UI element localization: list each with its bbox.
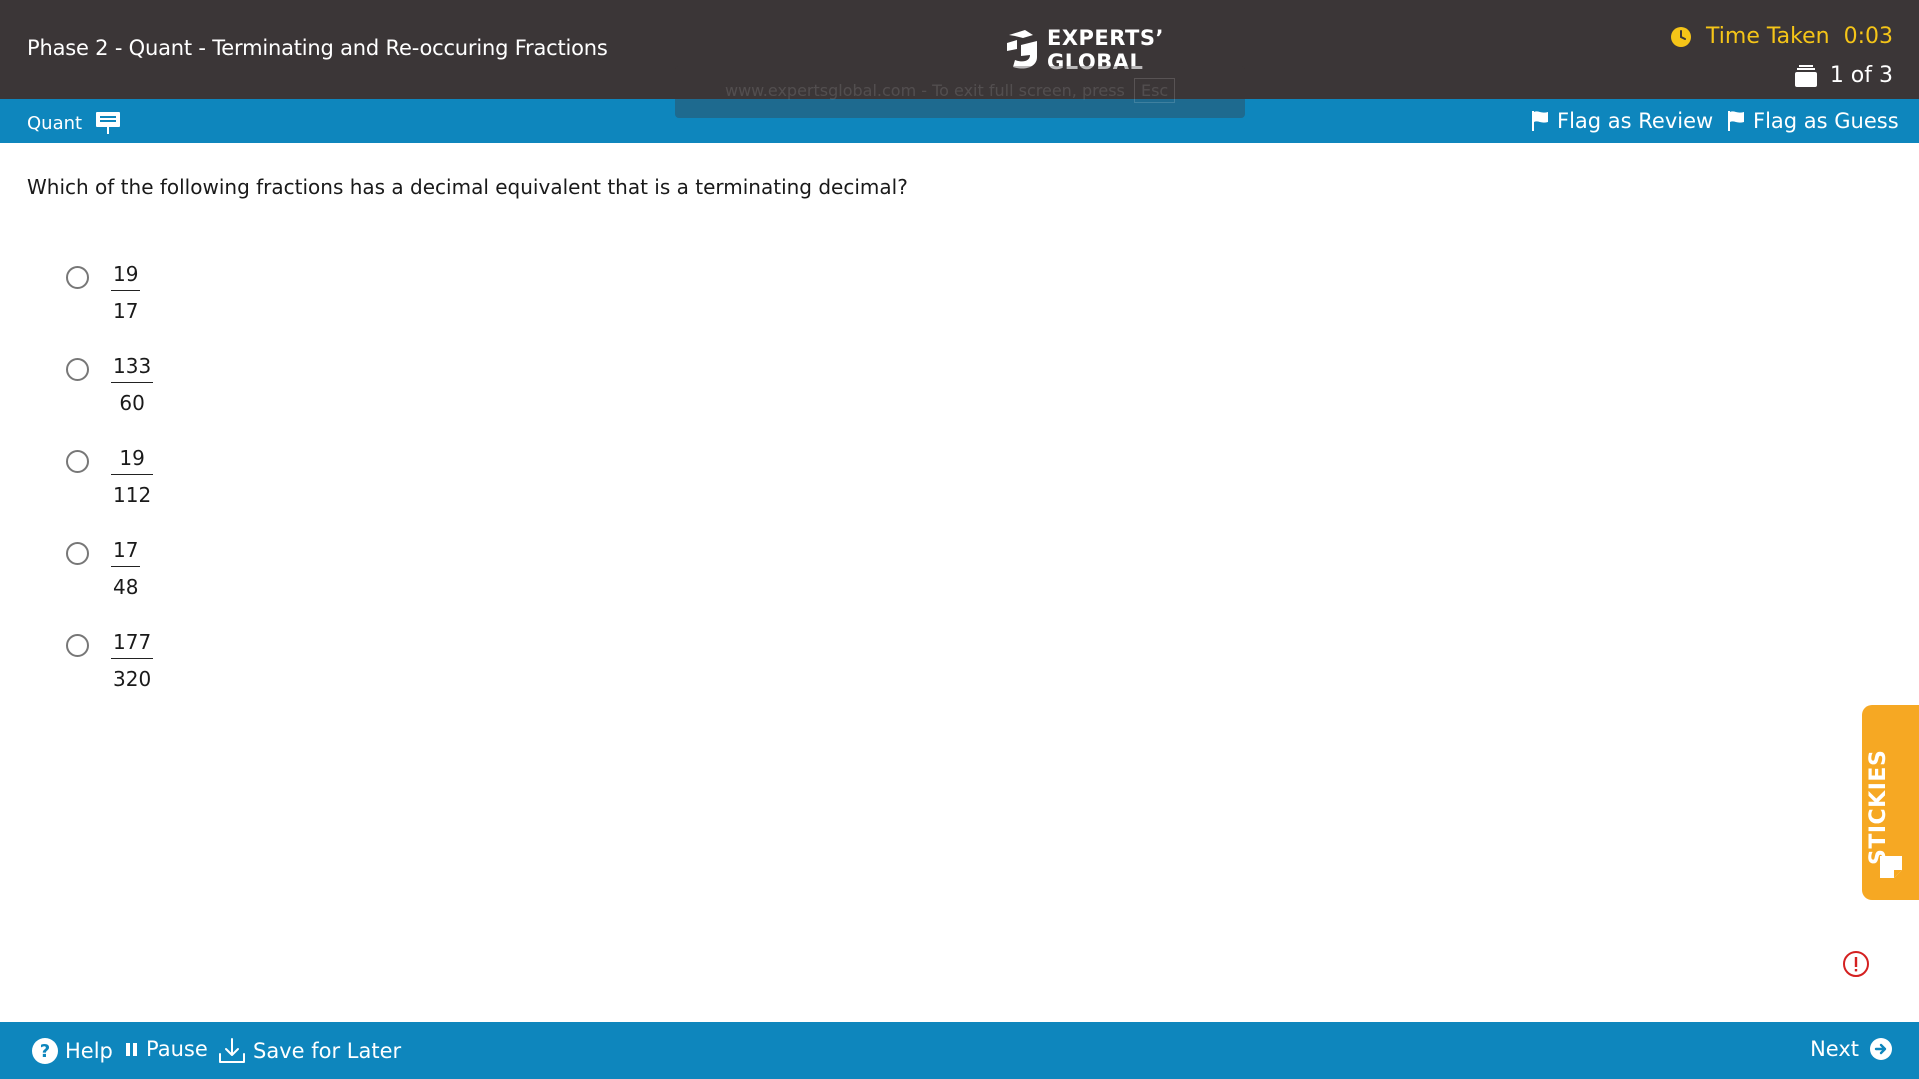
fullscreen-hint: www.expertsglobal.com - To exit full scr… (675, 66, 1245, 118)
stickies-tab[interactable]: STICKIES (1862, 705, 1919, 900)
answer-choice[interactable]: 133 60 (66, 350, 154, 415)
question-text: Which of the following fractions has a d… (27, 175, 908, 199)
denominator: 112 (113, 483, 152, 507)
logo-line1: EXPERTS’ (1047, 26, 1164, 50)
help-label: Help (65, 1039, 113, 1063)
denominator: 320 (113, 667, 152, 691)
flag-icon (1532, 111, 1548, 131)
flag-review-label: Flag as Review (1557, 109, 1714, 133)
fraction: 133 60 (111, 350, 154, 415)
section-name: Quant (27, 111, 121, 135)
answer-choice[interactable]: 19 112 (66, 442, 154, 507)
flag-guess-label: Flag as Guess (1753, 109, 1899, 133)
presentation-board-icon[interactable] (95, 111, 121, 135)
flag-as-guess-button[interactable]: Flag as Guess (1727, 109, 1899, 133)
download-icon (219, 1038, 245, 1063)
stickies-label: STICKIES (1866, 749, 1891, 865)
time-value: 0:03 (1843, 24, 1893, 49)
numerator: 133 (113, 354, 152, 378)
pause-icon (126, 1043, 137, 1056)
radio-button[interactable] (66, 450, 89, 473)
esc-key: Esc (1133, 78, 1176, 103)
radio-button[interactable] (66, 542, 89, 565)
next-label: Next (1810, 1037, 1859, 1061)
fraction: 19 112 (111, 442, 154, 507)
denominator: 17 (113, 299, 139, 323)
arrow-right-circle-icon (1870, 1038, 1892, 1060)
question-position: 1 of 3 (1829, 63, 1893, 88)
fullscreen-hint-text: www.expertsglobal.com - To exit full scr… (725, 81, 1125, 100)
section-label: Quant (27, 112, 83, 134)
page-title: Phase 2 - Quant - Terminating and Re-occ… (27, 36, 608, 60)
question-counter: 1 of 3 (1794, 63, 1893, 88)
fraction: 17 48 (111, 534, 141, 599)
time-taken: Time Taken 0:03 (1670, 24, 1893, 49)
radio-button[interactable] (66, 358, 89, 381)
numerator: 19 (113, 262, 139, 286)
flag-as-review-button[interactable]: Flag as Review (1531, 109, 1713, 133)
help-button[interactable]: ? Help (31, 1037, 113, 1065)
fraction: 177 320 (111, 626, 154, 691)
pause-button[interactable]: Pause (124, 1037, 208, 1061)
time-label: Time Taken (1706, 24, 1830, 49)
next-button[interactable]: Next (1810, 1037, 1893, 1061)
answer-choice[interactable]: 17 48 (66, 534, 141, 599)
numerator: 17 (113, 538, 139, 562)
question-stack-icon (1794, 64, 1817, 87)
fraction: 19 17 (111, 258, 141, 323)
bottom-toolbar: ? Help Pause Save for Later Next (0, 1022, 1919, 1079)
help-icon: ? (32, 1038, 58, 1064)
report-error-icon[interactable] (1842, 950, 1870, 978)
svg-text:?: ? (40, 1041, 50, 1062)
radio-button[interactable] (66, 634, 89, 657)
save-for-later-button[interactable]: Save for Later (217, 1037, 401, 1065)
pause-label: Pause (146, 1037, 208, 1061)
denominator: 48 (113, 575, 139, 599)
answer-choice[interactable]: 177 320 (66, 626, 154, 691)
numerator: 177 (113, 630, 152, 654)
answer-choice[interactable]: 19 17 (66, 258, 141, 323)
denominator: 60 (119, 391, 145, 415)
save-for-later-label: Save for Later (253, 1039, 402, 1063)
sticky-note-icon (1880, 856, 1902, 878)
radio-button[interactable] (66, 266, 89, 289)
numerator: 19 (119, 446, 145, 470)
flag-icon (1728, 111, 1744, 131)
clock-icon (1671, 26, 1692, 47)
